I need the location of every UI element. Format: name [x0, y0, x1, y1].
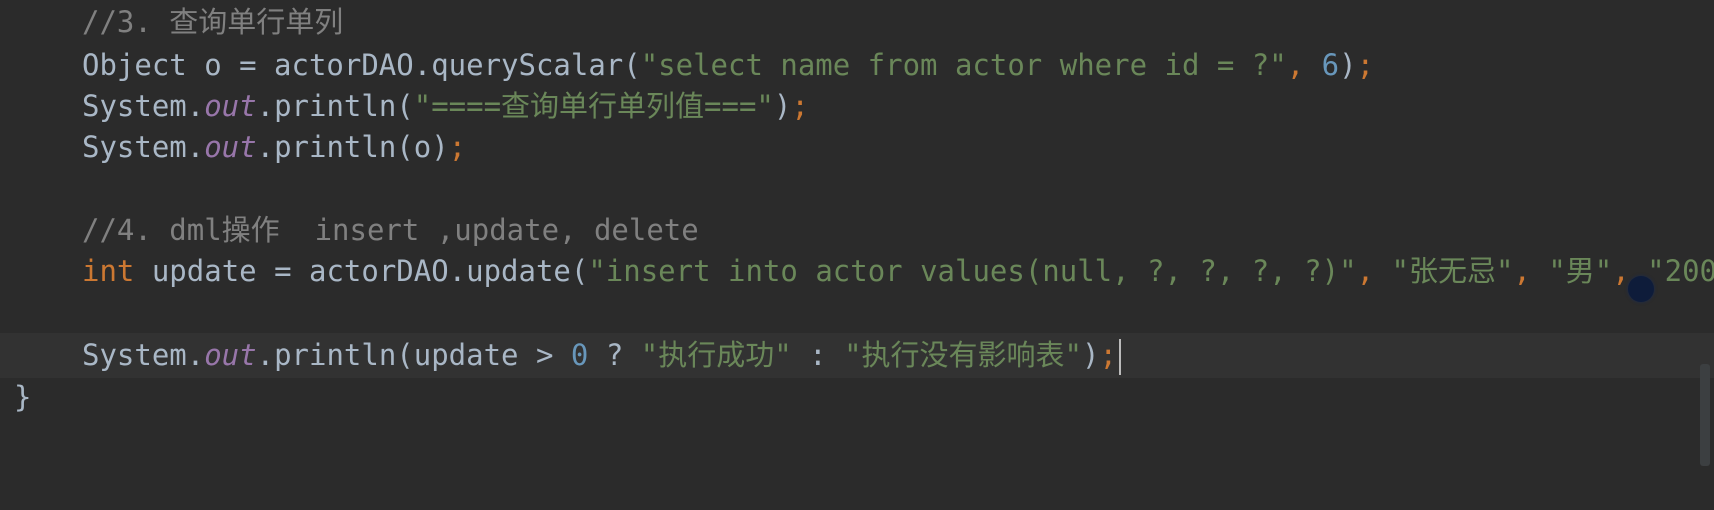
- number-literal: 0: [570, 338, 589, 372]
- code-token: .println(: [256, 89, 414, 123]
- code-token: System.: [82, 130, 205, 164]
- code-token: System.: [82, 89, 205, 123]
- code-token: .println(o): [256, 130, 449, 164]
- code-line[interactable]: //4. dml操作 insert ,update, delete: [0, 208, 1714, 253]
- static-field: out: [204, 130, 257, 164]
- static-field: out: [204, 338, 257, 372]
- comment: //3. 查询单行单列: [82, 5, 344, 39]
- string-literal: "张无忌": [1391, 254, 1514, 288]
- vertical-scrollbar[interactable]: [1700, 364, 1710, 466]
- text-caret: [1118, 339, 1121, 375]
- keyword: int: [82, 254, 135, 288]
- closing-brace: }: [14, 380, 32, 414]
- mouse-pointer-icon: [1628, 276, 1654, 302]
- code-line-content: int update = actorDAO.update("insert int…: [82, 249, 1714, 294]
- semicolon: ;: [1356, 48, 1375, 82]
- code-token: ?: [588, 338, 641, 372]
- string-literal: "2000-: [1647, 254, 1714, 288]
- comma: ,: [1286, 48, 1322, 82]
- string-literal: "====查询单行单列值===": [413, 89, 774, 123]
- code-line[interactable]: Object o = actorDAO.queryScalar("select …: [0, 43, 1714, 88]
- code-line[interactable]: }: [0, 375, 1714, 420]
- paren: ): [1081, 338, 1100, 372]
- code-line-current[interactable]: System.out.println(update > 0 ? "执行成功" :…: [0, 333, 1714, 378]
- semicolon: ;: [791, 89, 809, 123]
- code-line-content: }: [14, 375, 31, 420]
- semicolon: ;: [448, 130, 467, 164]
- string-literal: "执行成功": [640, 338, 792, 372]
- code-line[interactable]: System.out.println("====查询单行单列值===");: [0, 84, 1714, 129]
- string-literal: "执行没有影响表": [844, 338, 1082, 372]
- semicolon: ;: [1099, 338, 1117, 372]
- code-token: update = actorDAO.update(: [134, 254, 589, 288]
- string-literal: "insert into actor values(null, ?, ?, ?,…: [588, 254, 1357, 288]
- code-line-content: //3. 查询单行单列: [82, 0, 343, 45]
- comma: ,: [1356, 254, 1392, 288]
- code-line[interactable]: //3. 查询单行单列: [0, 0, 1714, 45]
- comment: //4. dml操作 insert ,update, delete: [82, 213, 699, 247]
- string-literal: "select name from actor where id = ?": [640, 48, 1287, 82]
- code-line[interactable]: System.out.println(o);: [0, 125, 1714, 170]
- code-editor[interactable]: //3. 查询单行单列 Object o = actorDAO.querySca…: [0, 0, 1714, 466]
- static-field: out: [204, 89, 257, 123]
- paren: ): [1339, 48, 1357, 82]
- comma: ,: [1513, 254, 1549, 288]
- code-token: System.: [82, 338, 205, 372]
- code-line-content: System.out.println("====查询单行单列值===");: [82, 84, 809, 129]
- number-literal: 6: [1321, 48, 1340, 82]
- code-line-content: //4. dml操作 insert ,update, delete: [82, 208, 699, 253]
- string-literal: "男": [1548, 254, 1613, 288]
- code-line-content: System.out.println(update > 0 ? "执行成功" :…: [82, 333, 1121, 378]
- paren: ): [773, 89, 792, 123]
- code-line-content: Object o = actorDAO.queryScalar("select …: [82, 43, 1374, 88]
- code-token: .println(update >: [256, 338, 571, 372]
- code-token: Object o = actorDAO.queryScalar(: [82, 48, 641, 82]
- code-line-content: System.out.println(o);: [82, 125, 466, 170]
- code-line[interactable]: int update = actorDAO.update("insert int…: [0, 249, 1714, 294]
- code-token: :: [791, 338, 845, 372]
